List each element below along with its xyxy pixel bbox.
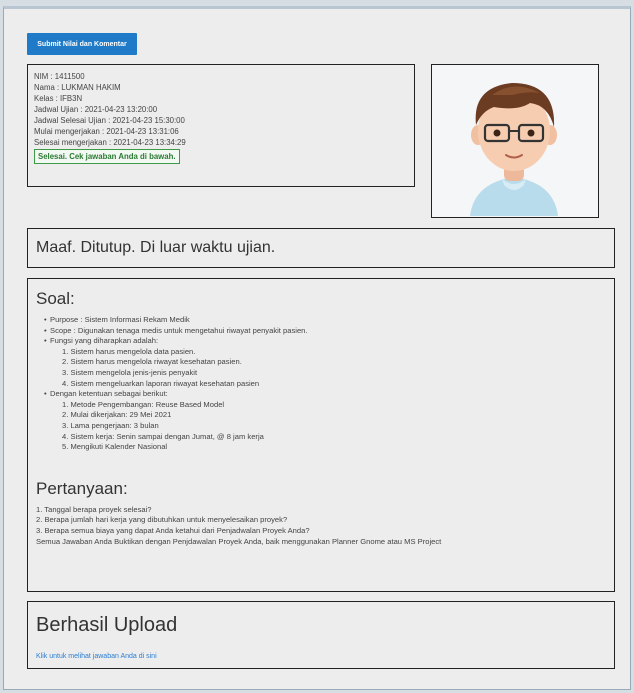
list-item: 4. Sistem kerja: Senin sampai dengan Jum… xyxy=(62,431,264,441)
list-item: Dengan ketentuan sebagai berikut: 1. Met… xyxy=(44,389,606,453)
list-item: 4. Sistem mengeluarkan laporan riwayat k… xyxy=(62,378,260,388)
list-item: 1. Sistem harus mengelola data pasien. xyxy=(62,346,196,356)
avatar xyxy=(431,64,599,218)
list-item: 2. Sistem harus mengelola riwayat keseha… xyxy=(62,357,242,367)
list-item: 5. Mengikuti Kalender Nasional xyxy=(62,442,168,452)
list-item: 3. Berapa semua biaya yang dapat Anda ke… xyxy=(36,525,310,535)
list-item: Scope : Digunakan tenaga medis untuk men… xyxy=(44,326,606,337)
info-nim: NIM : 1411500 xyxy=(34,72,85,81)
info-finish-time: Selesai mengerjakan : 2021-04-23 13:34:2… xyxy=(34,138,186,147)
list-item: Semua Jawaban Anda Buktikan dengan Penjd… xyxy=(36,536,442,546)
student-info-panel: NIM : 1411500 Nama : LUKMAN HAKIM Kelas … xyxy=(27,64,415,187)
info-class: Kelas : IFB3N xyxy=(34,94,83,103)
list-item: Fungsi yang diharapkan adalah: 1. Sistem… xyxy=(44,336,606,389)
list-item: Purpose : Sistem Informasi Rekam Medik xyxy=(44,315,606,326)
upload-panel: Berhasil Upload Klik untuk melihat jawab… xyxy=(27,601,615,669)
list-item: 3. Sistem mengelola jenis-jenis penyakit xyxy=(62,367,198,377)
fungsi-list: 1. Sistem harus mengelola data pasien. 2… xyxy=(50,347,606,389)
list-item: 2. Mulai dikerjakan: 29 Mei 2021 xyxy=(62,410,172,420)
submit-grade-button[interactable]: Submit Nilai dan Komentar xyxy=(27,33,137,55)
pertanyaan-list: 1. Tanggal berapa proyek selesai? 2. Ber… xyxy=(36,505,606,547)
view-answer-link[interactable]: Klik untuk melihat jawaban Anda di sini xyxy=(36,653,157,660)
question-panel: Soal: Purpose : Sistem Informasi Rekam M… xyxy=(27,278,615,592)
list-item: 1. Tanggal berapa proyek selesai? xyxy=(36,504,152,514)
ketentuan-list: 1. Metode Pengembangan: Reuse Based Mode… xyxy=(50,400,606,453)
upload-title: Berhasil Upload xyxy=(36,614,178,636)
list-item: 2. Berapa jumlah hari kerja yang dibutuh… xyxy=(36,515,288,525)
list-item: 3. Lama pengerjaan: 3 bulan xyxy=(62,420,159,430)
info-exam-end: Jadwal Selesai Ujian : 2021-04-23 15:30:… xyxy=(34,116,185,125)
user-avatar-icon xyxy=(470,83,558,216)
pertanyaan-heading: Pertanyaan: xyxy=(36,478,128,498)
closed-message: Maaf. Ditutup. Di luar waktu ujian. xyxy=(36,239,276,256)
status-badge: Selesai. Cek jawaban Anda di bawah. xyxy=(34,149,180,164)
soal-heading: Soal: xyxy=(36,289,75,308)
info-exam-schedule: Jadwal Ujian : 2021-04-23 13:20:00 xyxy=(34,105,158,114)
soal-list: Purpose : Sistem Informasi Rekam Medik S… xyxy=(36,315,606,453)
list-item: 1. Metode Pengembangan: Reuse Based Mode… xyxy=(62,399,225,409)
info-name: Nama : LUKMAN HAKIM xyxy=(34,83,121,92)
closed-message-panel: Maaf. Ditutup. Di luar waktu ujian. xyxy=(27,228,615,268)
info-start-time: Mulai mengerjakan : 2021-04-23 13:31:06 xyxy=(34,127,179,136)
